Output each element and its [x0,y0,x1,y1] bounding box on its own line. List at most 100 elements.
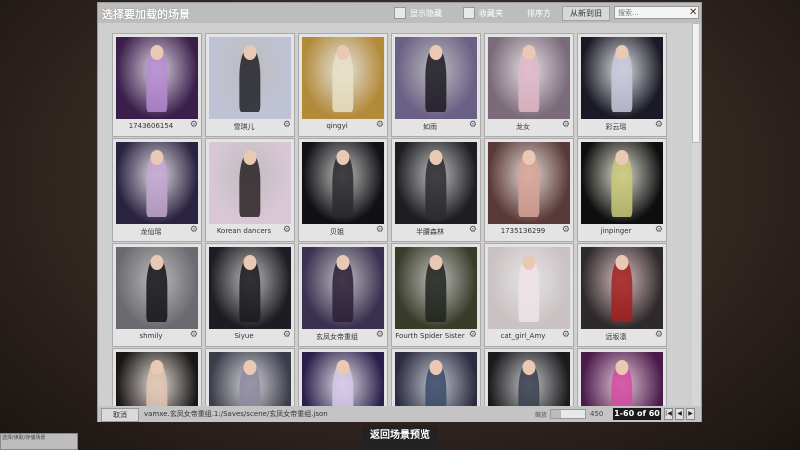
gear-icon[interactable]: ⚙ [469,330,477,340]
cancel-button[interactable]: 取消 [101,408,139,422]
scene-card-label: 贝姐 [330,228,344,236]
scene-card[interactable]: qingyi ⚙ [298,33,388,137]
scene-card[interactable]: ⚙ [205,348,295,406]
gear-icon[interactable]: ⚙ [469,225,477,235]
scene-thumbnail [581,247,663,329]
thumbnail-head [150,45,164,60]
thumbnail-head [243,360,257,375]
scene-card-label: 远坂凛 [605,333,627,341]
scene-card[interactable]: shmily ⚙ [112,243,202,347]
scene-thumbnail [209,37,291,119]
scene-thumbnail [395,37,477,119]
thumbnail-head [429,150,443,165]
scene-card-label: 龙仙瑶 [140,228,162,236]
scene-card[interactable]: 雪琪儿 ⚙ [205,33,295,137]
zoom-value: 450 [590,410,604,418]
gear-icon[interactable]: ⚙ [655,225,663,235]
gear-icon[interactable]: ⚙ [376,120,384,130]
scene-card[interactable]: 1735136299 ⚙ [484,138,574,242]
show-hidden-toggle[interactable]: 显示隐藏 [394,7,442,19]
scene-thumbnail [488,142,570,224]
scene-thumbnail [488,37,570,119]
scene-browser-dialog: 选择要加载的场景 显示隐藏 收藏夹 排序方 从新到旧 ✕ 1743606154 ⚙… [97,2,702,422]
scene-card[interactable]: ⚙ [112,348,202,406]
scene-card-label: 玄凤女帝重组 [316,333,358,341]
scrollbar-thumb[interactable] [692,23,700,143]
footer-bar: 取消 vamxe.玄凤女帝重组.1:/Saves/scene/玄凤女帝重组.js… [98,406,701,422]
scene-card[interactable]: Siyue ⚙ [205,243,295,347]
gear-icon[interactable]: ⚙ [190,330,198,340]
thumbnail-head [336,150,350,165]
thumbnail-head [243,255,257,270]
scene-thumbnail [209,247,291,329]
scene-card[interactable]: Korean dancers ⚙ [205,138,295,242]
scene-card-label: 龙女 [516,123,530,131]
scene-thumbnail [395,142,477,224]
thumbnail-head [336,255,350,270]
scene-thumbnail [302,142,384,224]
gear-icon[interactable]: ⚙ [190,120,198,130]
thumbnail-head [522,150,536,165]
scene-card[interactable]: ⚙ [298,348,388,406]
gear-icon[interactable]: ⚙ [376,330,384,340]
scene-card-label: Fourth Spider Sister [395,332,465,340]
scene-thumbnail [116,37,198,119]
search-input[interactable] [614,6,699,19]
sort-order-button[interactable]: 从新到旧 [562,6,610,21]
gear-icon[interactable]: ⚙ [562,330,570,340]
gear-icon[interactable]: ⚙ [283,225,291,235]
gear-icon[interactable]: ⚙ [655,330,663,340]
gear-icon[interactable]: ⚙ [562,225,570,235]
scene-card-label: shmily [139,332,163,340]
scene-card-label: 1735136299 [500,227,546,235]
scene-thumbnail [302,247,384,329]
scene-card[interactable]: cat_girl_Amy ⚙ [484,243,574,347]
gear-icon[interactable]: ⚙ [283,330,291,340]
gear-icon[interactable]: ⚙ [562,120,570,130]
scene-card[interactable]: ⚙ [391,348,481,406]
scene-card[interactable]: 龙仙瑶 ⚙ [112,138,202,242]
scene-card-label: 雪琪儿 [233,123,255,131]
scene-card[interactable]: 玄凤女帝重组 ⚙ [298,243,388,347]
scene-card-label: jinpinger [600,227,632,235]
thumbnail-head [150,150,164,165]
scene-card[interactable]: 贝姐 ⚙ [298,138,388,242]
thumbnail-size-slider[interactable] [550,409,586,419]
scene-thumbnail [581,142,663,224]
gear-icon[interactable]: ⚙ [655,120,663,130]
scene-card[interactable]: 半腰森林 ⚙ [391,138,481,242]
scene-thumbnail [209,352,291,406]
scene-card[interactable]: 彩云瑶 ⚙ [577,33,667,137]
scene-thumbnail [488,352,570,406]
scene-thumbnail [488,247,570,329]
scene-card[interactable]: ⚙ [484,348,574,406]
gear-icon[interactable]: ⚙ [283,120,291,130]
scene-card[interactable]: 远坂凛 ⚙ [577,243,667,347]
favorites-toggle[interactable]: 收藏夹 [463,7,503,19]
thumbnail-head [336,45,350,60]
scene-card[interactable]: Fourth Spider Sister ⚙ [391,243,481,347]
scene-grid: 1743606154 ⚙ 雪琪儿 ⚙ qingyi ⚙ 如雨 ⚙ 龙女 ⚙ 彩云瑶 ⚙ 龙仙瑶 ⚙ Kore… [110,31,690,406]
prev-page-icon[interactable]: ◀ [675,408,684,420]
scene-thumbnail [581,352,663,406]
scene-card[interactable]: 龙女 ⚙ [484,33,574,137]
scene-card[interactable]: jinpinger ⚙ [577,138,667,242]
title-bar: 选择要加载的场景 显示隐藏 收藏夹 排序方 从新到旧 ✕ [98,3,701,23]
scene-card[interactable]: 1743606154 ⚙ [112,33,202,137]
thumbnail-head [336,360,350,375]
scrollbar[interactable] [692,23,700,406]
gear-icon[interactable]: ⚙ [190,225,198,235]
scene-card-label: 如雨 [423,123,437,131]
thumbnail-head [429,255,443,270]
thumbnail-head [522,45,536,60]
clear-search-icon[interactable]: ✕ [689,6,697,19]
next-page-icon[interactable]: ▶ [686,408,695,420]
scene-card[interactable]: ⚙ [577,348,667,406]
gear-icon[interactable]: ⚙ [469,120,477,130]
first-page-icon[interactable]: |◀ [664,408,673,420]
thumbnail-head [243,150,257,165]
back-to-scene-preview-button[interactable]: 返回场景预览 [362,425,438,447]
thumbnail-head [522,360,536,375]
scene-card[interactable]: 如雨 ⚙ [391,33,481,137]
gear-icon[interactable]: ⚙ [376,225,384,235]
